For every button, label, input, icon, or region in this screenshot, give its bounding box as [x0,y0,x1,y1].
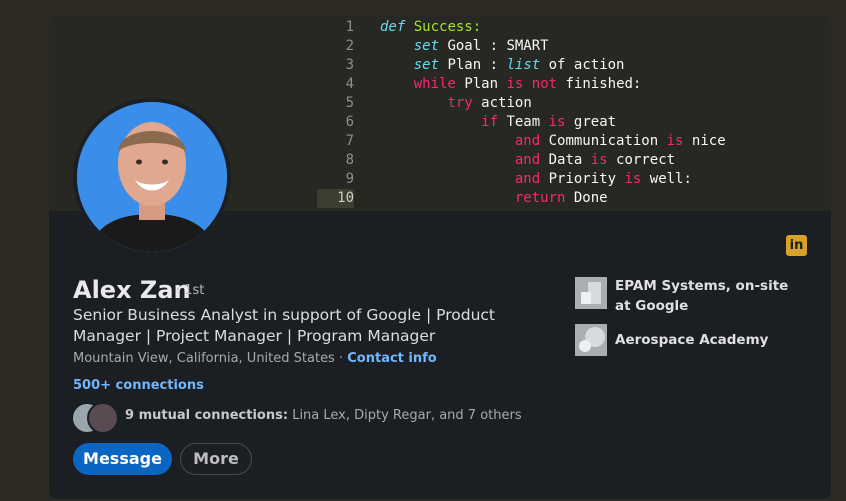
code-token: and [514,133,541,149]
code-line: 7 and Communication is nice [317,132,726,151]
profile-location: Mountain View, California, United States… [73,351,437,366]
code-token: nice [691,133,726,149]
code-token: is [506,76,524,92]
code-token: is [548,114,566,130]
connections-link[interactable]: 500+ connections [73,378,204,393]
code-token: set [413,38,440,54]
mutual-avatar[interactable] [87,402,119,434]
code-token: Priority [548,171,617,187]
building-icon [575,277,607,309]
code-token: action [481,95,532,111]
code-token: try [447,95,473,111]
code-token: well: [649,171,692,187]
profile-card: 1 def Success: 2 set Goal : SMART 3 set P… [49,15,831,499]
mutual-connections[interactable]: 9 mutual connections: Lina Lex, Dipty Re… [125,408,522,423]
code-token: Goal : SMART [447,38,549,54]
profile-photo[interactable] [73,98,231,256]
code-token: Team [506,114,541,130]
code-token: is [590,152,608,168]
code-line: 9 and Priority is well: [317,170,692,189]
line-number: 4 [345,76,354,92]
code-token: correct [616,152,676,168]
code-line: 5 try action [317,94,532,113]
code-token: and [514,152,541,168]
line-number: 8 [345,152,354,168]
company-logo-icon[interactable] [575,277,607,309]
code-token: def [380,19,406,35]
code-token: great [573,114,617,130]
code-token: list [506,57,541,73]
linkedin-icon[interactable]: in [786,235,807,256]
message-button[interactable]: Message [73,443,172,475]
code-line: 8 and Data is correct [317,151,676,170]
code-token: Data [548,152,583,168]
code-token: Success: [413,19,482,35]
mutual-count: 9 mutual connections: [125,408,289,423]
mutual-names: Lina Lex, Dipty Regar, and 7 others [292,408,522,423]
line-number: 6 [345,114,354,130]
code-line: 4 while Plan is not finished: [317,75,642,94]
code-token: finished: [565,76,642,92]
code-token: and [514,171,541,187]
code-token: while [413,76,456,92]
contact-info-link[interactable]: Contact info [347,351,436,366]
experience-company[interactable]: EPAM Systems, on-site at Google [615,276,805,316]
code-token: if [481,114,499,130]
profile-headline: Senior Business Analyst in support of Go… [73,306,495,345]
line-number: 7 [345,133,354,149]
education-school[interactable]: Aerospace Academy [615,330,805,350]
code-token: return [514,190,566,206]
code-token: Communication [548,133,659,149]
school-icon [575,324,607,356]
code-token: not [531,76,558,92]
line-number: 3 [345,57,354,73]
connection-degree: · 1st [176,283,205,298]
code-token: Plan : [447,57,499,73]
more-button[interactable]: More [180,443,252,475]
code-token: set [413,57,440,73]
code-token: is [624,171,642,187]
code-token: of action [548,57,625,73]
code-token: is [666,133,684,149]
profile-name: Alex Zan [73,276,191,304]
line-number: 9 [345,171,354,187]
code-line: 6 if Team is great [317,113,617,132]
code-line: 1 def Success: [317,18,482,37]
line-number: 2 [345,38,354,54]
line-number: 1 [345,19,354,35]
line-number: 10 [317,189,354,208]
code-line: 3 set Plan : list of action [317,56,625,75]
school-logo-icon[interactable] [575,324,607,356]
code-token: Plan [464,76,499,92]
code-line: 2 set Goal : SMART [317,37,549,56]
code-token: Done [573,190,608,206]
location-text: Mountain View, California, United States… [73,351,344,366]
person-silhouette-icon [77,102,227,252]
code-line: 10 return Done [317,189,608,208]
line-number: 5 [345,95,354,111]
avatar [77,102,227,252]
